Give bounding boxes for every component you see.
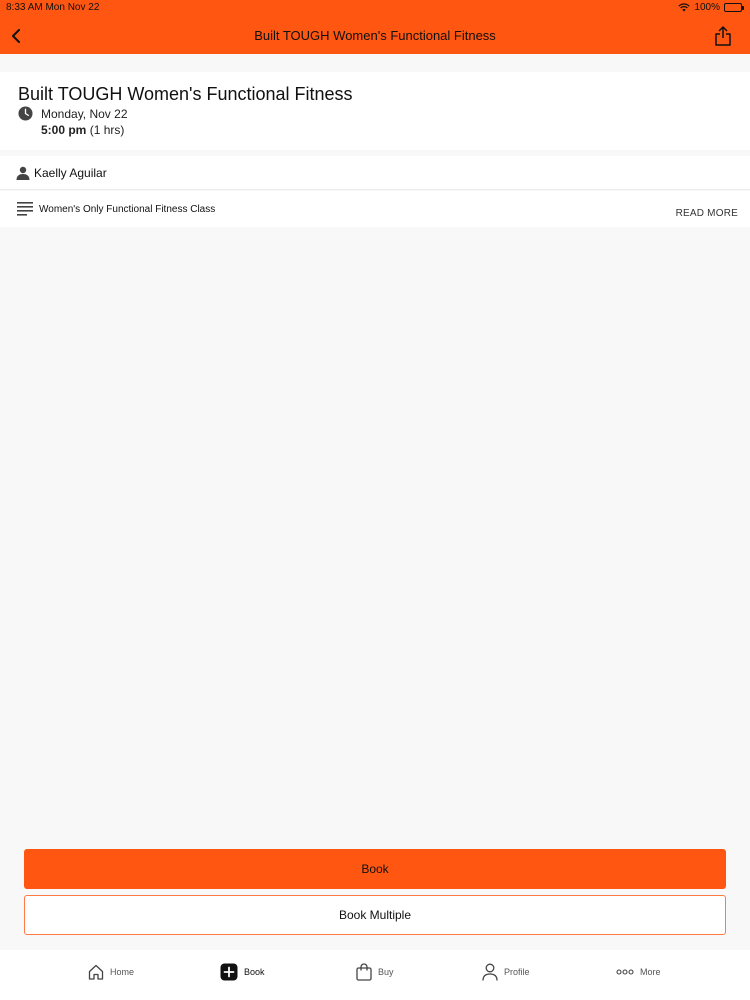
class-time: 5:00 pm (1 hrs) [41, 123, 124, 137]
shopping-bag-icon [356, 963, 372, 981]
tab-more-label: More [640, 967, 661, 977]
class-start-time: 5:00 pm [41, 123, 87, 137]
tab-home[interactable]: Home [88, 962, 134, 982]
battery-percent: 100% [694, 2, 720, 13]
more-dots-icon [616, 969, 634, 975]
tab-more[interactable]: More [616, 962, 661, 982]
instructor-row[interactable]: Kaelly Aguilar [0, 156, 750, 190]
book-multiple-button[interactable]: Book Multiple [24, 895, 726, 935]
chevron-left-icon [12, 29, 20, 43]
instructor-name: Kaelly Aguilar [34, 166, 107, 180]
class-info-card: Built TOUGH Women's Functional Fitness M… [0, 72, 750, 150]
class-date: Monday, Nov 22 [41, 107, 128, 121]
home-icon [88, 964, 104, 980]
battery-icon [724, 3, 744, 12]
tab-profile[interactable]: Profile [482, 962, 530, 982]
class-title: Built TOUGH Women's Functional Fitness [18, 84, 353, 104]
plus-square-icon [220, 963, 238, 981]
wifi-icon [678, 3, 691, 12]
book-button[interactable]: Book [24, 849, 726, 889]
description-row: Women's Only Functional Fitness Class RE… [0, 191, 750, 227]
tab-home-label: Home [110, 967, 135, 977]
header-bar: 8:33 AM Mon Nov 22 100% Built TOUGH Wome… [0, 0, 750, 54]
person-icon [16, 166, 30, 180]
tab-profile-label: Profile [504, 967, 530, 977]
class-duration: (1 hrs) [89, 123, 125, 137]
tab-book-label: Book [244, 967, 265, 977]
status-time: 8:33 AM Mon Nov 22 [6, 2, 100, 13]
read-more-link[interactable]: READ MORE [676, 208, 738, 219]
description-lines-icon [17, 202, 33, 216]
tab-bar: Home Book Buy Profile More [0, 950, 750, 1000]
page-title: Built TOUGH Women's Functional Fitness [254, 28, 496, 43]
clock-icon [18, 106, 33, 121]
class-description: Women's Only Functional Fitness Class [39, 204, 216, 215]
share-button[interactable] [712, 24, 734, 48]
tab-book[interactable]: Book [220, 962, 265, 982]
share-icon [715, 26, 731, 46]
tab-buy-label: Buy [378, 967, 394, 977]
status-right: 100% [678, 2, 744, 13]
tab-buy[interactable]: Buy [356, 962, 394, 982]
back-button[interactable] [6, 26, 26, 46]
person-outline-icon [482, 963, 498, 981]
status-bar: 8:33 AM Mon Nov 22 100% [0, 0, 750, 16]
